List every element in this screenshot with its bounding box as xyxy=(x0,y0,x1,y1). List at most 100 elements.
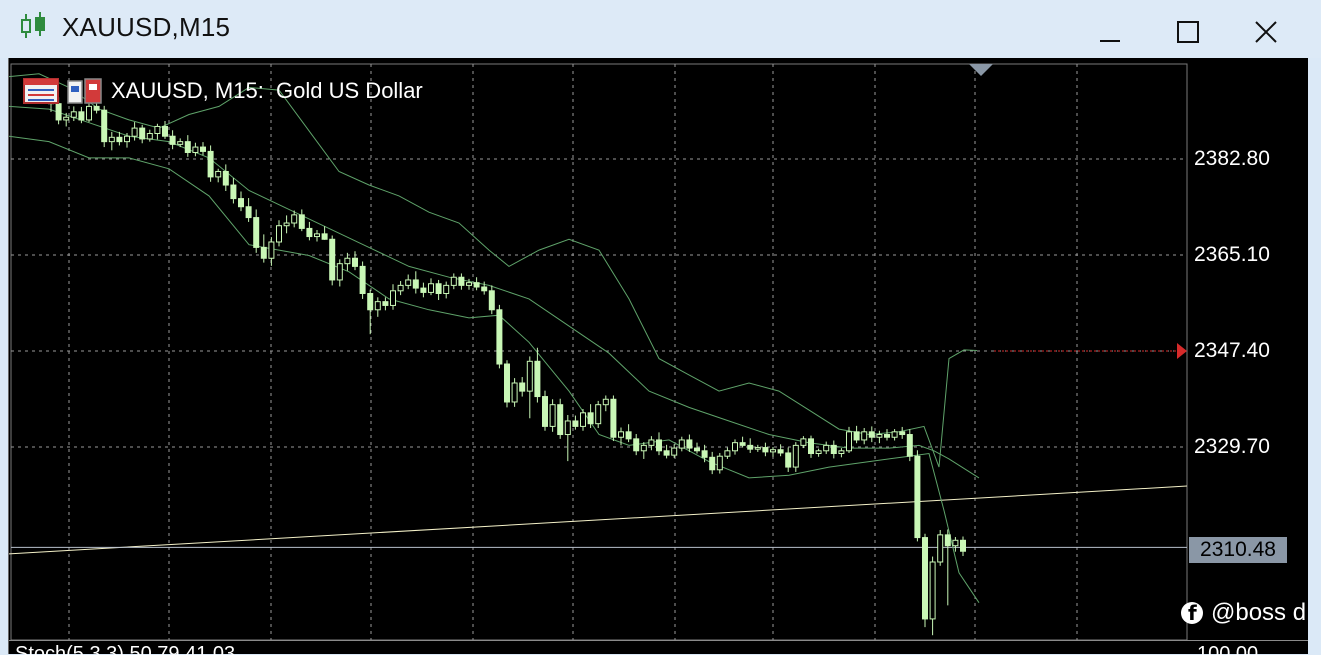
candle-body xyxy=(800,438,807,446)
candle-body xyxy=(230,184,237,200)
candle-body xyxy=(291,214,298,224)
candle-body xyxy=(937,534,944,563)
candle-body xyxy=(428,283,434,293)
alert-marker xyxy=(1177,343,1187,359)
candle-body xyxy=(587,412,594,425)
candle-body xyxy=(792,444,799,468)
current-price-label: 2310.48 xyxy=(1189,537,1287,563)
candle-body xyxy=(762,447,769,453)
candle-body xyxy=(595,404,602,425)
candle-body xyxy=(344,257,351,265)
candle-body xyxy=(169,135,176,145)
price-axis-label: 2365.10 xyxy=(1194,243,1270,266)
candle-body xyxy=(542,396,548,427)
candle-body xyxy=(276,225,282,243)
watermark: f @boss d xyxy=(1181,599,1306,627)
candle-body xyxy=(671,447,678,456)
chart-shift-marker xyxy=(969,64,993,76)
candle-body xyxy=(184,141,191,153)
candle-body xyxy=(580,412,586,427)
price-chart[interactable] xyxy=(9,58,1308,640)
candle-body xyxy=(922,537,928,620)
candle-body xyxy=(245,206,252,219)
candle-body xyxy=(557,404,564,436)
candle-body xyxy=(124,135,130,143)
close-button[interactable] xyxy=(1248,14,1284,50)
candle-body xyxy=(853,431,860,441)
candle-body xyxy=(397,284,404,292)
price-axis-label: 2329.70 xyxy=(1194,435,1270,458)
one-click-trading-icon[interactable] xyxy=(67,77,103,105)
candle-body xyxy=(724,450,731,457)
candle-body xyxy=(686,439,693,449)
candle-body xyxy=(200,146,206,152)
candle-body xyxy=(336,263,343,281)
candle-body xyxy=(549,404,556,427)
candle-body xyxy=(519,382,526,392)
candle-body xyxy=(435,283,442,295)
candle-body xyxy=(678,439,685,449)
stochastic-subwindow[interactable]: Stoch(5,3,3) 50.79 41.03 100.00 xyxy=(9,640,1308,655)
maximize-button[interactable] xyxy=(1170,14,1206,50)
candle-body xyxy=(192,146,199,153)
candle-body xyxy=(868,431,875,438)
candle-body xyxy=(162,125,168,137)
candle-body xyxy=(253,217,260,248)
candle-body xyxy=(496,309,503,365)
candle-body xyxy=(785,452,792,468)
candle-body xyxy=(321,233,328,240)
candle-body xyxy=(823,444,830,452)
candle-body xyxy=(610,398,617,438)
candle-body xyxy=(367,293,374,311)
candle-body xyxy=(268,241,275,259)
candle-body xyxy=(146,133,153,140)
candle-body xyxy=(952,539,959,547)
candle-body xyxy=(663,450,670,456)
candle-body xyxy=(830,444,837,455)
candle-body xyxy=(944,534,951,547)
candle-body xyxy=(526,360,533,392)
candle-body xyxy=(884,434,890,438)
candle-body xyxy=(374,301,381,311)
window-titlebar[interactable]: XAUUSD,M15 xyxy=(0,0,1321,58)
maximize-icon xyxy=(1177,21,1199,43)
candle-body xyxy=(906,434,913,457)
candle-body xyxy=(716,455,723,471)
bollinger-lower xyxy=(9,135,980,603)
candle-body xyxy=(739,442,746,446)
candle-body xyxy=(314,233,320,238)
chart-window[interactable]: XAUUSD, M15: Gold US Dollar 2382.80 2365… xyxy=(8,58,1308,655)
order-book-icon[interactable] xyxy=(23,77,59,105)
candle-body xyxy=(177,141,184,145)
trendline xyxy=(9,485,1188,555)
candle-body xyxy=(215,170,222,178)
chart-symbol-label: XAUUSD, M15: Gold US Dollar xyxy=(111,78,423,103)
price-axis-label: 2382.80 xyxy=(1194,147,1270,170)
candle-body xyxy=(412,279,419,289)
candle-body xyxy=(815,450,822,455)
candle-body xyxy=(732,442,738,452)
candle-body xyxy=(876,434,883,438)
candle-body xyxy=(108,136,115,143)
candle-body xyxy=(504,363,510,403)
candle-body xyxy=(770,449,776,453)
candle-body xyxy=(754,447,761,450)
candle-body xyxy=(602,398,609,406)
candle-body xyxy=(352,257,358,267)
candle-body xyxy=(511,382,518,403)
candle-body xyxy=(481,286,488,292)
candle-body xyxy=(701,450,708,458)
candle-body xyxy=(222,170,229,186)
candle-body xyxy=(260,246,267,259)
candle-body xyxy=(572,420,579,427)
minimize-button[interactable] xyxy=(1092,14,1128,50)
candle-body xyxy=(93,105,100,111)
candle-body xyxy=(846,431,852,452)
candle-body xyxy=(648,439,655,446)
candle-body xyxy=(656,439,662,452)
candle-body xyxy=(891,431,898,438)
candle-body xyxy=(861,431,868,441)
minimize-icon xyxy=(1100,40,1120,42)
candle-body xyxy=(777,449,784,454)
candle-body xyxy=(329,238,336,281)
